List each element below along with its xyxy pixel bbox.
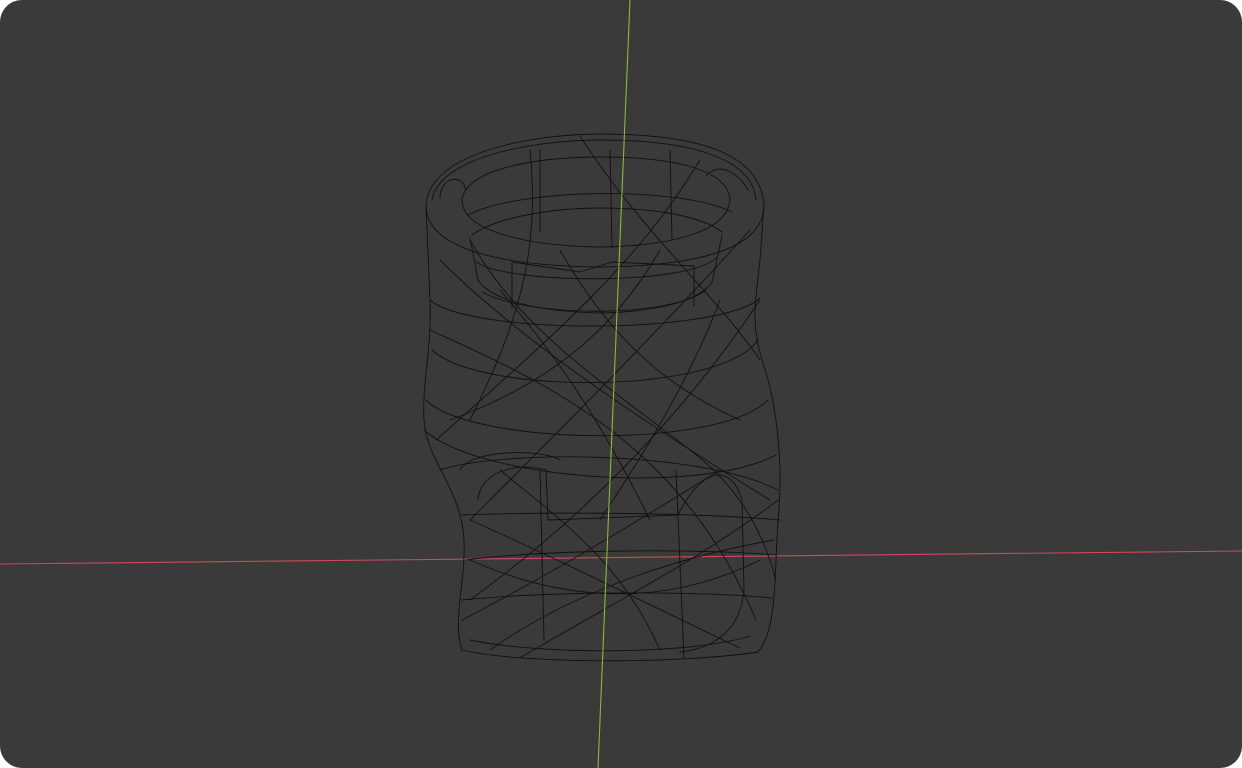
mesh-bottom-rim <box>461 649 759 662</box>
mesh-rim-corner-left <box>439 178 467 199</box>
x-axis-line <box>0 550 1242 565</box>
mesh-diag-13 <box>469 519 741 649</box>
mesh-top-rim-inner-2 <box>471 207 723 236</box>
mesh-top-rim-outer-2 <box>431 139 757 201</box>
mesh-lower-box-2 <box>459 452 561 471</box>
mesh-body-ring-2 <box>431 339 759 383</box>
mesh-outline-right <box>754 204 781 653</box>
mesh-body-ring-6 <box>461 512 781 521</box>
mesh-body-ring-1 <box>429 297 761 327</box>
mesh-top-rim-inner-3 <box>467 193 733 216</box>
3d-viewport[interactable] <box>0 0 1242 768</box>
mesh-diag-10 <box>449 249 661 421</box>
mesh-diag-14 <box>519 499 779 659</box>
mesh-lower-box <box>477 466 745 653</box>
mesh-diag-2 <box>469 149 533 421</box>
viewport-canvas[interactable] <box>0 0 1242 768</box>
mesh-bottom-rim-2 <box>469 635 751 652</box>
mesh-diag-4 <box>435 159 701 441</box>
mesh-top-rim-inner <box>461 156 731 248</box>
mesh-cup-vert-2 <box>609 149 613 249</box>
wireframe-mesh[interactable] <box>423 133 781 662</box>
mesh-diag-20 <box>599 299 721 521</box>
mesh-cup-vert-3 <box>669 149 673 241</box>
mesh-diag-11 <box>469 559 761 595</box>
mesh-outline-left <box>423 204 465 651</box>
mesh-diag-17 <box>539 469 545 641</box>
